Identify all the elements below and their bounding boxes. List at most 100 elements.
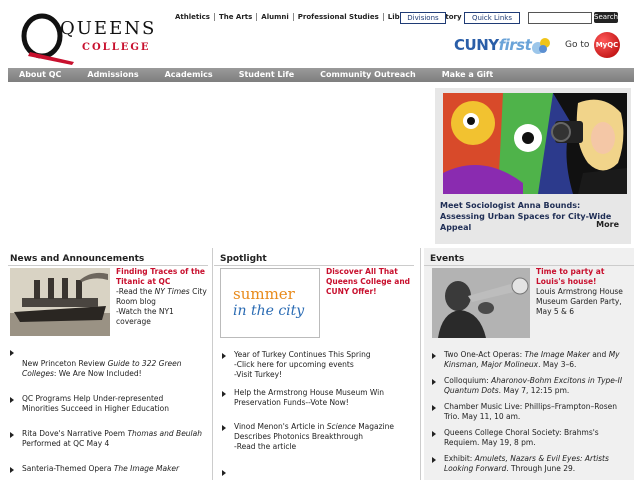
news-item-1[interactable]: New Princeton Review Guide to 322 Green …	[22, 359, 202, 379]
toplink-the-arts[interactable]: The Arts	[213, 13, 256, 21]
bullet-icon	[432, 379, 436, 385]
event-item-3-text: Chamber Music Live: Phillips–Frampton–Ro…	[444, 402, 617, 421]
logo-college-text: COLLEGE	[82, 42, 151, 53]
upcoming-events-link[interactable]: -Click here for upcoming events	[234, 360, 354, 369]
titanic-ship-image	[10, 268, 110, 336]
feature-more-link[interactable]: More	[596, 220, 619, 229]
nav-make-a-gift[interactable]: Make a Gift	[429, 68, 506, 82]
event-item-4-text: Queens College Choral Society: Brahms's …	[444, 428, 599, 447]
news-feature-text: Finding Traces of the Titanic at QC -Rea…	[116, 267, 208, 327]
bullet-icon	[10, 467, 14, 473]
event-item-4[interactable]: Queens College Choral Society: Brahms's …	[444, 428, 632, 448]
louis-armstrong-image	[432, 268, 530, 338]
nav-academics[interactable]: Academics	[152, 68, 226, 82]
news-item-3-text: Rita Dove's Narrative Poem	[22, 429, 128, 438]
events-feature-title[interactable]: Time to party at Louis's house!	[536, 267, 632, 287]
column-divider	[212, 248, 213, 480]
in-the-city-word: in the city	[233, 303, 305, 319]
ny1-coverage-link[interactable]: -Watch the NY1 coverage	[116, 307, 174, 326]
search-input[interactable]	[528, 12, 592, 24]
spotlight-item-2-text: Help the Armstrong House Museum Win Pres…	[234, 388, 384, 407]
titanic-thumbnail[interactable]	[10, 268, 110, 336]
bullet-icon	[222, 391, 226, 397]
event-item-2[interactable]: Colloquium: Aharonov-Bohm Excitons in Ty…	[444, 376, 632, 396]
spotlight-column: Spotlight summer in the city Discover Al…	[214, 248, 414, 480]
bullet-icon	[222, 470, 226, 476]
events-divider	[424, 265, 634, 266]
queens-college-logo[interactable]: QUEENS COLLEGE	[20, 12, 170, 65]
nav-admissions[interactable]: Admissions	[74, 68, 151, 82]
column-divider	[420, 248, 421, 480]
event-item-5-text: Exhibit:	[444, 454, 475, 463]
spotlight-item-3-text: Vinod Menon's Article in	[234, 422, 327, 431]
news-item-3-italic: Thomas and Beulah	[127, 429, 202, 438]
feature-photo[interactable]	[443, 93, 627, 194]
event-item-1-text: Two One-Act Operas:	[444, 350, 525, 359]
news-item-1-rest: : We Are Now Included!	[53, 369, 142, 378]
news-column: News and Announcements Finding Traces of…	[8, 248, 208, 480]
event-item-1-italic: The Image Maker	[524, 350, 590, 359]
spotlight-item-3[interactable]: Vinod Menon's Article in Science Magazin…	[234, 422, 414, 452]
news-item-4-italic: The Image Maker	[113, 464, 180, 473]
divisions-button[interactable]: Divisions	[400, 12, 446, 24]
bullet-icon	[10, 350, 14, 356]
events-column: Events Time to party at Louis's house! L…	[424, 248, 634, 480]
summer-in-the-city-thumbnail[interactable]: summer in the city	[220, 268, 320, 338]
events-feature-desc: Louis Armstrong House Museum Garden Part…	[536, 287, 623, 316]
news-item-1-text: New Princeton Review	[22, 359, 108, 368]
logo-queens-text: QUEENS	[60, 18, 157, 39]
news-divider	[8, 265, 208, 266]
news-feature-line-1: -Read the	[116, 287, 155, 296]
events-heading: Events	[430, 254, 465, 264]
feature-panel: Meet Sociologist Anna Bounds: Assessing …	[435, 88, 631, 244]
bullet-icon	[432, 405, 436, 411]
cuny-text: CUNY	[454, 36, 499, 54]
news-item-2[interactable]: QC Programs Help Under-represented Minor…	[22, 394, 202, 414]
spotlight-item-1[interactable]: Year of Turkey Continues This Spring -Cl…	[234, 350, 414, 380]
toplink-professional-studies[interactable]: Professional Studies	[292, 13, 383, 21]
news-heading: News and Announcements	[10, 254, 145, 264]
bullet-icon	[10, 432, 14, 438]
nav-about-qc[interactable]: About QC	[8, 68, 74, 82]
spotlight-feature-title[interactable]: Discover All That Queens College and CUN…	[326, 267, 414, 297]
news-item-3[interactable]: Rita Dove's Narrative Poem Thomas and Be…	[22, 429, 202, 449]
news-item-4[interactable]: Santeria-Themed Opera The Image Maker	[22, 464, 202, 474]
summer-word: summer	[233, 285, 295, 303]
spotlight-item-2[interactable]: Help the Armstrong House Museum Win Pres…	[234, 388, 414, 408]
event-item-5-rest: . Through June 29.	[506, 464, 576, 473]
news-feature-title[interactable]: Finding Traces of the Titanic at QC	[116, 267, 208, 287]
bullet-icon	[432, 457, 436, 463]
spotlight-feature-text: Discover All That Queens College and CUN…	[326, 267, 414, 297]
spotlight-item-1-text: Year of Turkey Continues This Spring	[234, 350, 371, 359]
search-button[interactable]: Search	[594, 12, 618, 23]
cunyfirst-badge-icon	[532, 38, 550, 54]
nav-student-life[interactable]: Student Life	[226, 68, 307, 82]
toplink-athletics[interactable]: Athletics	[175, 13, 214, 21]
event-item-3[interactable]: Chamber Music Live: Phillips–Frampton–Ro…	[444, 402, 632, 422]
cunyfirst-link[interactable]: CUNYfirst	[454, 36, 532, 54]
goto-label: Go to	[565, 40, 590, 50]
bullet-icon	[222, 353, 226, 359]
quick-links-button[interactable]: Quick Links	[464, 12, 520, 24]
events-feature-text: Time to party at Louis's house! Louis Ar…	[536, 267, 632, 317]
news-item-2-text: QC Programs Help Under-represented Minor…	[22, 394, 170, 413]
spotlight-divider	[214, 265, 414, 266]
first-text: first	[498, 36, 532, 54]
bullet-icon	[432, 353, 436, 359]
read-article-link[interactable]: -Read the article	[234, 442, 296, 451]
bullet-icon	[222, 425, 226, 431]
event-item-5[interactable]: Exhibit: Amulets, Nazars & Evil Eyes: Ar…	[444, 454, 632, 474]
nytimes-link[interactable]: NY Times	[155, 287, 190, 296]
myqc-button[interactable]: MyQC	[594, 32, 620, 58]
nav-community-outreach[interactable]: Community Outreach	[307, 68, 429, 82]
toplink-alumni[interactable]: Alumni	[256, 13, 292, 21]
louis-armstrong-thumbnail[interactable]	[432, 268, 530, 338]
event-item-2-rest: . May 7, 12:15 pm.	[498, 386, 570, 395]
visit-turkey-link[interactable]: -Visit Turkey!	[234, 370, 282, 379]
spotlight-item-3-italic: Science	[326, 422, 356, 431]
spotlight-heading: Spotlight	[220, 254, 267, 264]
event-item-1-tail: . May 3–6.	[538, 360, 577, 369]
news-item-4-text: Santeria-Themed Opera	[22, 464, 114, 473]
bullet-icon	[432, 431, 436, 437]
event-item-1[interactable]: Two One-Act Operas: The Image Maker and …	[444, 350, 632, 370]
